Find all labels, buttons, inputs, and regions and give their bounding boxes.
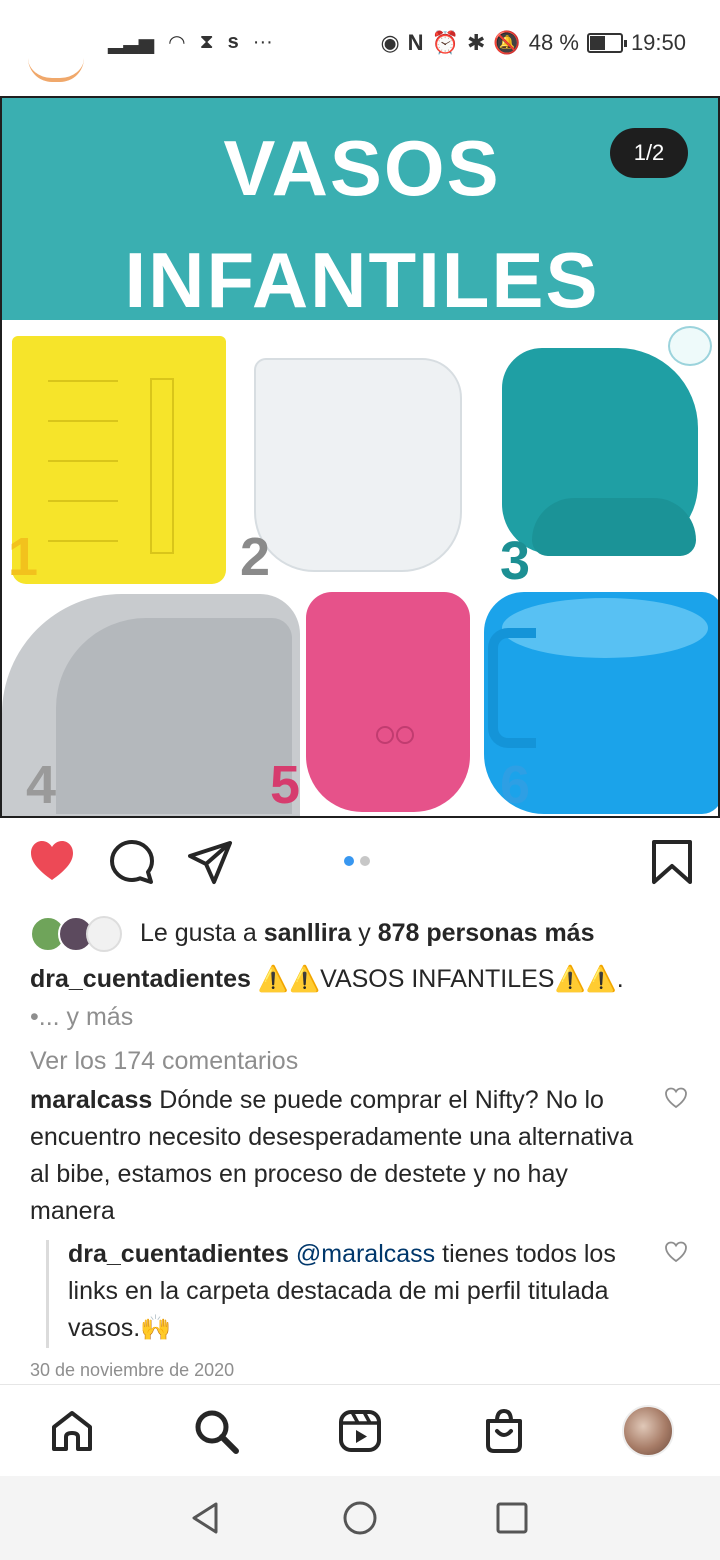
bookmark-icon[interactable] — [648, 838, 696, 886]
home-icon[interactable] — [48, 1407, 96, 1455]
carousel-dot-active — [344, 856, 354, 866]
app-s-icon: s — [227, 31, 239, 53]
reply-like-heart-icon[interactable] — [664, 1240, 688, 1264]
cup-number-2: 2 — [240, 527, 271, 587]
more-notifications-icon: ··· — [252, 31, 273, 53]
status-bar: ▂▃▅ ◠ ⧗ s ··· ◉ N ⏰ ✱ 🔕 48 % 19:50 — [0, 0, 720, 90]
carousel-dot — [360, 856, 370, 866]
battery-percent: 48 % — [528, 30, 579, 55]
banner-title-line2: INFANTILES — [124, 236, 600, 324]
post-action-bar — [0, 832, 720, 896]
cup-5-face — [376, 726, 416, 748]
share-icon[interactable] — [186, 838, 234, 886]
nfc-icon: N — [407, 30, 424, 55]
caption-more-link[interactable]: •... y más — [30, 998, 133, 1036]
comment: maralcass Dónde se puede comprar el Nift… — [30, 1082, 648, 1230]
caption-username[interactable]: dra_cuentadientes — [30, 965, 251, 993]
back-icon[interactable] — [188, 1500, 224, 1536]
comment-like-heart-icon[interactable] — [664, 1086, 688, 1110]
cup-number-6: 6 — [500, 755, 531, 815]
cup-4-inner — [56, 618, 292, 814]
status-left-icons: ▂▃▅ ◠ ⧗ s ··· — [108, 30, 273, 55]
cup-1-babycup — [12, 336, 226, 584]
liker-avatar — [86, 916, 122, 952]
post-banner: VASOS INFANTILES — [2, 98, 718, 324]
liker-username[interactable]: sanllira — [264, 919, 352, 947]
system-nav-bar — [0, 1476, 720, 1560]
alarm-icon: ⏰ — [431, 30, 459, 55]
reels-icon[interactable] — [336, 1407, 384, 1455]
status-right: ◉ N ⏰ ✱ 🔕 48 % 19:50 — [380, 30, 686, 56]
post-image[interactable]: VASOS INFANTILES 1/2 1 2 3 4 5 6 — [0, 96, 720, 818]
shop-icon[interactable] — [480, 1407, 528, 1455]
eye-icon: ◉ — [380, 30, 400, 55]
reply-username[interactable]: dra_cuentadientes — [68, 1240, 289, 1268]
cup-3-base — [532, 498, 696, 556]
clock: 19:50 — [630, 30, 686, 55]
cup-number-4: 4 — [26, 755, 57, 815]
post-caption: dra_cuentadientes ⚠️⚠️VASOS INFANTILES⚠️… — [30, 960, 690, 998]
author-avatar-peek[interactable] — [28, 58, 84, 82]
profile-avatar[interactable] — [622, 1405, 674, 1457]
cup-number-5: 5 — [270, 755, 301, 815]
comment-reply: dra_cuentadientes @maralcass tienes todo… — [68, 1236, 652, 1347]
mute-icon: 🔕 — [493, 30, 521, 55]
heart-icon[interactable] — [28, 838, 76, 886]
recents-icon[interactable] — [494, 1500, 530, 1536]
bluetooth-icon: ✱ — [466, 30, 486, 55]
likes-text: Le gusta a sanllira y 878 personas más — [140, 918, 595, 947]
cup-6-handle — [488, 628, 536, 748]
caption-text: ⚠️⚠️VASOS INFANTILES⚠️⚠️. — [250, 965, 624, 993]
wifi-icon: ◠ — [168, 32, 186, 54]
search-icon[interactable] — [192, 1407, 240, 1455]
comment-icon[interactable] — [108, 838, 156, 886]
comment-username[interactable]: maralcass — [30, 1086, 152, 1114]
cup-5-pink — [306, 592, 470, 812]
reply-thread-line — [46, 1240, 49, 1348]
dental-logo-icon — [668, 326, 712, 366]
likes-count[interactable]: 878 personas más — [378, 919, 595, 947]
carousel-counter: 1/2 — [610, 128, 688, 178]
signal-icon: ▂▃▅ — [108, 32, 155, 54]
hourglass-icon: ⧗ — [199, 31, 214, 53]
cup-number-3: 3 — [500, 531, 531, 591]
view-all-comments-link[interactable]: Ver los 174 comentarios — [30, 1042, 298, 1080]
battery-icon — [586, 33, 627, 53]
bottom-nav — [0, 1384, 720, 1476]
post-date: 30 de noviembre de 2020 — [30, 1360, 235, 1380]
banner-title-line1: VASOS — [223, 124, 501, 212]
reply-mention[interactable]: @maralcass — [296, 1240, 435, 1268]
likes-row[interactable]: Le gusta a sanllira y 878 personas más — [30, 912, 594, 954]
home-circle-icon[interactable] — [342, 1500, 378, 1536]
liker-avatars — [30, 914, 126, 952]
cup-2-medela — [254, 358, 462, 572]
cup-number-1: 1 — [8, 527, 39, 587]
carousel-dots — [344, 856, 370, 866]
